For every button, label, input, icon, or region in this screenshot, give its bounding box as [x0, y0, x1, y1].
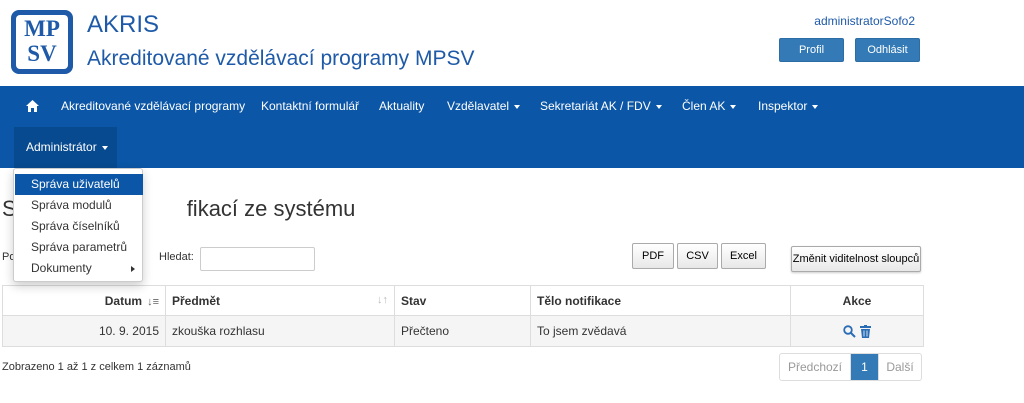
nav-item-programs[interactable]: Akreditované vzdělávací programy [61, 86, 245, 127]
nav-item-inspector[interactable]: Inspektor [758, 86, 819, 127]
search-label: Hledat: [159, 251, 194, 263]
notifications-table: Datum ↓≡ Předmět ↓↑ Stav Tělo notifikace A… [2, 285, 924, 347]
column-header-body[interactable]: Tělo notifikace [530, 285, 791, 316]
menu-item-documents[interactable]: Dokumenty [15, 258, 143, 279]
caret-down-icon [730, 104, 737, 109]
caret-down-icon [101, 145, 108, 150]
column-header-actions: Akce [790, 285, 924, 316]
home-icon[interactable] [26, 100, 39, 112]
cell-body: To jsem zvědavá [530, 315, 791, 347]
sort-desc-icon: ↓≡ [147, 295, 159, 308]
app-subtitle: Akreditované vzdělávací programy MPSV [87, 47, 475, 70]
caret-down-icon [514, 104, 521, 109]
chevron-right-icon [131, 266, 135, 272]
menu-item-parameters[interactable]: Správa parametrů [15, 237, 143, 258]
cell-status: Přečteno [394, 315, 531, 347]
menu-item-codelists[interactable]: Správa číselníků [15, 216, 143, 237]
menu-item-modules[interactable]: Správa modulů [15, 195, 143, 216]
admin-dropdown-menu: Správa uživatelů Správa modulů Správa čí… [13, 168, 143, 282]
trash-icon[interactable] [859, 325, 871, 339]
caret-down-icon [812, 104, 819, 109]
logout-button[interactable]: Odhlásit [855, 38, 920, 62]
table-header-row: Datum ↓≡ Předmět ↓↑ Stav Tělo notifikace A… [2, 285, 924, 316]
mpsv-logo[interactable]: MP SV [11, 10, 73, 74]
nav-item-contact[interactable]: Kontaktní formulář [261, 86, 359, 127]
app-title: AKRIS [87, 11, 160, 38]
nav-item-member[interactable]: Člen AK [682, 86, 737, 127]
export-excel-button[interactable]: Excel [721, 243, 766, 269]
nav-item-secretariat[interactable]: Sekretariát AK / FDV [540, 86, 662, 127]
export-pdf-button[interactable]: PDF [632, 243, 674, 269]
column-header-subject[interactable]: Předmět ↓↑ [165, 285, 395, 316]
previous-page-button[interactable]: Předchozí [780, 354, 851, 380]
cell-subject: zkouška rozhlasu [165, 315, 395, 347]
nav-item-provider[interactable]: Vzdělavatel [447, 86, 521, 127]
nav-item-administrator[interactable]: Administrátor [26, 127, 108, 168]
cell-date: 10. 9. 2015 [2, 315, 166, 347]
column-header-date[interactable]: Datum ↓≡ [2, 285, 166, 316]
column-visibility-button[interactable]: Změnit viditelnost sloupců [791, 246, 921, 272]
caret-down-icon [655, 104, 662, 109]
profile-button[interactable]: Profil [779, 38, 844, 62]
username[interactable]: administratorSofo2 [814, 14, 915, 28]
cell-actions [790, 315, 924, 347]
header: MP SV AKRIS Akreditované vzdělávací progr… [0, 0, 1024, 86]
page-1-button[interactable]: 1 [851, 354, 878, 380]
search-icon[interactable] [843, 325, 857, 338]
table-info: Zobrazeno 1 až 1 z celkem 1 záznamů [2, 361, 191, 373]
nav-item-news[interactable]: Aktuality [379, 86, 424, 127]
menu-item-users[interactable]: Správa uživatelů [15, 174, 143, 195]
pagination: Předchozí 1 Další [779, 353, 922, 381]
search-input[interactable] [200, 247, 315, 271]
sort-icon: ↓↑ [377, 293, 388, 306]
table-row: 10. 9. 2015 zkouška rozhlasu Přečteno To… [2, 315, 924, 347]
next-page-button[interactable]: Další [878, 354, 921, 380]
export-csv-button[interactable]: CSV [677, 243, 718, 269]
main-nav: Akreditované vzdělávací programy Kontakt… [0, 86, 1024, 168]
column-header-status[interactable]: Stav [394, 285, 531, 316]
